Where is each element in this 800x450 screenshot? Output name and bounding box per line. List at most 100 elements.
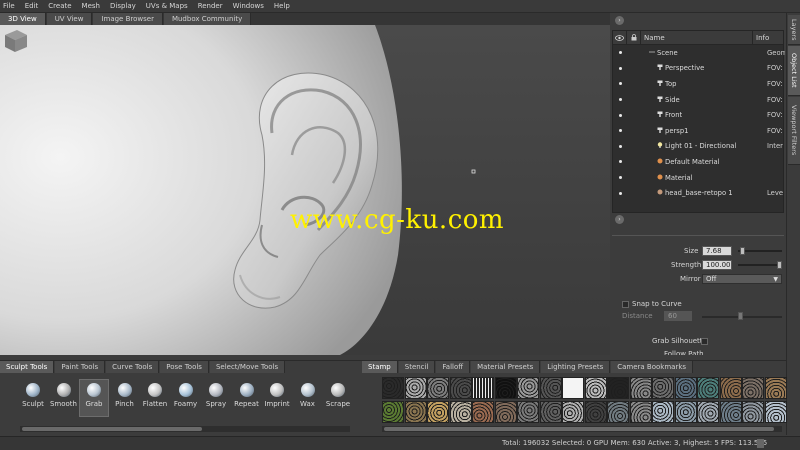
visibility-dot-icon[interactable] <box>619 82 622 86</box>
stamp-thumbnail[interactable] <box>449 377 472 399</box>
visibility-dot-icon[interactable] <box>619 113 622 117</box>
menu-file[interactable]: File <box>3 2 15 10</box>
visibility-dot-icon[interactable] <box>619 51 622 55</box>
stamp-thumbnail[interactable] <box>472 401 494 423</box>
menu-edit[interactable]: Edit <box>25 2 39 10</box>
tool-tray-scrollbar[interactable] <box>20 426 350 432</box>
tab-lighting-presets[interactable]: Lighting Presets <box>541 361 611 373</box>
object-list-row[interactable]: Perspective FOV: <box>613 61 783 77</box>
stamp-thumbnail[interactable] <box>404 377 427 399</box>
distance-slider-handle[interactable] <box>738 312 743 320</box>
tool-imprint[interactable]: Imprint <box>262 383 292 408</box>
mirror-dropdown[interactable]: Off ▼ <box>702 274 782 284</box>
tab-sculpt-tools[interactable]: Sculpt Tools <box>0 361 55 373</box>
stamp-thumbnail[interactable] <box>494 401 517 423</box>
stamp-thumbnail[interactable] <box>382 401 404 423</box>
stamp-thumbnail[interactable] <box>382 377 404 399</box>
stamp-thumbnail[interactable] <box>562 401 584 423</box>
snap-to-curve-checkbox[interactable] <box>622 301 629 308</box>
menu-uvs-maps[interactable]: UVs & Maps <box>146 2 188 10</box>
menu-display[interactable]: Display <box>110 2 136 10</box>
tab-falloff[interactable]: Falloff <box>436 361 471 373</box>
tool-scrape[interactable]: Scrape <box>323 383 353 408</box>
strength-input[interactable]: 100.00 <box>702 260 732 270</box>
visibility-dot-icon[interactable] <box>619 160 622 164</box>
tab-3d-view[interactable]: 3D View <box>0 13 46 25</box>
tool-sculpt[interactable]: Sculpt <box>18 383 48 408</box>
visibility-dot-icon[interactable] <box>619 176 622 180</box>
menu-mesh[interactable]: Mesh <box>82 2 100 10</box>
stamp-thumbnail[interactable] <box>427 401 449 423</box>
stamp-thumbnail[interactable] <box>517 377 539 399</box>
stamp-thumbnail[interactable] <box>584 401 607 423</box>
stamp-thumbnail[interactable] <box>742 377 764 399</box>
stamp-thumbnail[interactable] <box>449 401 472 423</box>
object-list-row[interactable]: Side FOV: <box>613 92 783 108</box>
object-list-row[interactable]: Material <box>613 170 783 186</box>
stamp-thumbnail[interactable] <box>652 401 674 423</box>
view-cube-icon[interactable] <box>0 25 30 55</box>
stamp-thumbnail[interactable] <box>652 377 674 399</box>
tab-curve-tools[interactable]: Curve Tools <box>106 361 160 373</box>
stamp-scroll-thumb[interactable] <box>384 427 774 431</box>
stamp-thumbnail[interactable] <box>674 377 697 399</box>
size-input[interactable]: 7.68 <box>702 246 732 256</box>
tab-uv-view[interactable]: UV View <box>46 13 93 25</box>
object-list-row[interactable]: Front FOV: <box>613 107 783 123</box>
tool-spray[interactable]: Spray <box>201 383 231 408</box>
visibility-column-icon[interactable] <box>613 31 627 44</box>
collapse-right-panel-icon[interactable]: › <box>615 16 624 25</box>
tool-pinch[interactable]: Pinch <box>110 383 140 408</box>
tab-stencil[interactable]: Stencil <box>398 361 436 373</box>
menu-create[interactable]: Create <box>48 2 71 10</box>
size-slider-handle[interactable] <box>739 247 745 255</box>
stamp-thumbnail[interactable] <box>404 401 427 423</box>
stamp-thumbnail[interactable] <box>562 377 584 399</box>
column-info[interactable]: Info <box>753 31 783 44</box>
object-list-row[interactable]: Top FOV: <box>613 76 783 92</box>
tab-pose-tools[interactable]: Pose Tools <box>160 361 209 373</box>
stamp-thumbnail[interactable] <box>719 401 742 423</box>
tab-image-browser[interactable]: Image Browser <box>93 13 163 25</box>
stamp-thumbnail[interactable] <box>494 377 517 399</box>
strength-slider[interactable] <box>738 264 782 266</box>
tool-flatten[interactable]: Flatten <box>140 383 170 408</box>
tool-grab[interactable]: Grab <box>79 379 109 417</box>
viewport-3d[interactable]: www.cg-ku.com <box>0 25 610 355</box>
lock-column-icon[interactable] <box>627 31 641 44</box>
stamp-thumbnail[interactable] <box>427 377 449 399</box>
stamp-thumbnail[interactable] <box>629 377 652 399</box>
stamp-thumbnail[interactable] <box>539 377 562 399</box>
stamp-thumbnail[interactable] <box>719 377 742 399</box>
visibility-dot-icon[interactable] <box>619 98 622 102</box>
stamp-thumbnail[interactable] <box>697 401 719 423</box>
object-list-row[interactable]: Light 01 - Directional Inter <box>613 139 783 155</box>
distance-input[interactable]: 60 <box>664 311 692 321</box>
object-list-row[interactable]: persp1 FOV: <box>613 123 783 139</box>
menu-windows[interactable]: Windows <box>233 2 264 10</box>
stamp-thumbnail[interactable] <box>607 401 629 423</box>
object-list-row[interactable]: head_base-retopo 1 Leve <box>613 185 783 201</box>
tab-camera-bookmarks[interactable]: Camera Bookmarks <box>611 361 694 373</box>
tab-stamp[interactable]: Stamp <box>362 361 398 373</box>
tool-foamy[interactable]: Foamy <box>171 383 201 408</box>
object-list-row[interactable]: Scene Geom <box>613 45 785 61</box>
stamp-thumbnail[interactable] <box>517 401 539 423</box>
tab-object-list[interactable]: Object List <box>788 46 800 96</box>
tab-paint-tools[interactable]: Paint Tools <box>55 361 106 373</box>
strength-slider-handle[interactable] <box>777 261 782 269</box>
tab-layers[interactable]: Layers <box>788 15 800 45</box>
collapse-properties-icon[interactable]: › <box>615 215 624 224</box>
stamp-thumbnail[interactable] <box>607 377 629 399</box>
stamp-thumbnail[interactable] <box>674 401 697 423</box>
tool-wax[interactable]: Wax <box>293 383 323 408</box>
tab-viewport-filters[interactable]: Viewport Filters <box>788 97 800 165</box>
status-toggle[interactable] <box>757 439 764 448</box>
stamp-thumbnail[interactable] <box>764 401 787 423</box>
menu-render[interactable]: Render <box>198 2 223 10</box>
visibility-dot-icon[interactable] <box>619 129 622 133</box>
stamp-scrollbar[interactable] <box>382 426 782 432</box>
stamp-thumbnail[interactable] <box>584 377 607 399</box>
tab-mudbox-community[interactable]: Mudbox Community <box>163 13 252 25</box>
stamp-thumbnail[interactable] <box>472 377 494 399</box>
